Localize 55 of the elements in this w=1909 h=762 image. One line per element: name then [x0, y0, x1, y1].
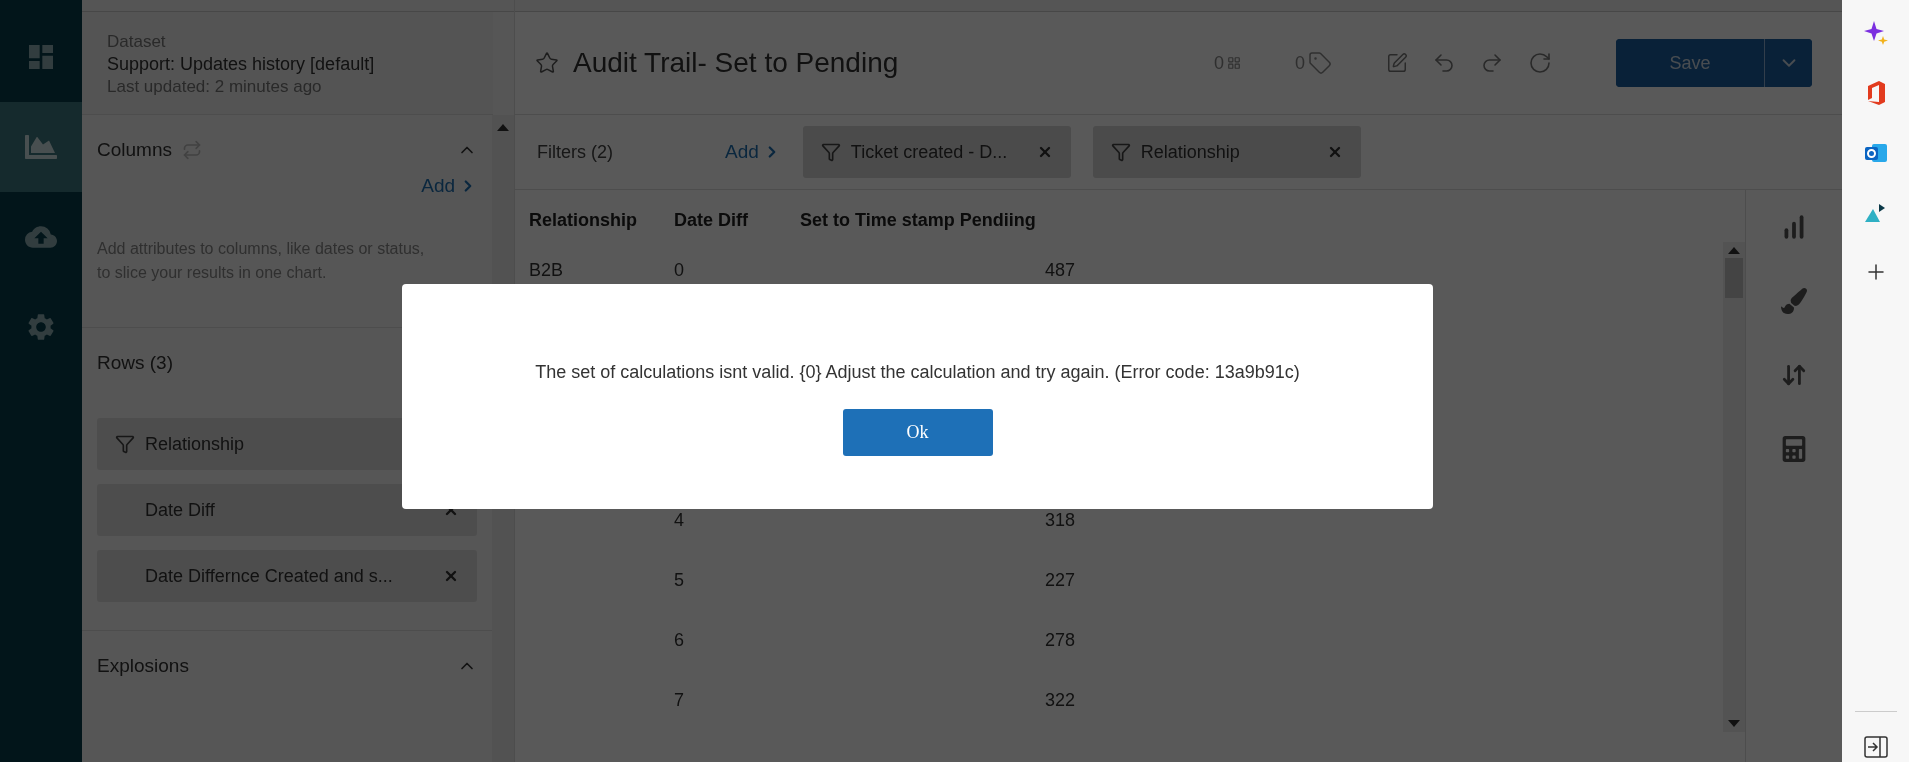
chip-label: Ticket created - D...	[850, 141, 1009, 163]
scroll-down-icon[interactable]	[1728, 720, 1740, 728]
add-link[interactable]: Add	[725, 141, 781, 163]
table-cell-text: 7	[674, 688, 685, 712]
table-cell-text: 487	[1043, 258, 1075, 282]
tool-button[interactable]	[1781, 436, 1807, 462]
error-message: The set of calculations isnt valid. {0} Adjust the calculation and try again. (Error code: 13a9b91c)	[535, 362, 1300, 383]
ok-button[interactable]: Ok	[842, 409, 993, 456]
chip-label: Date Diff	[144, 499, 216, 521]
table-cell-text: 0	[674, 258, 685, 282]
star-icon[interactable]	[535, 51, 559, 75]
filter-chip[interactable]: Relationship	[1092, 126, 1361, 178]
chip-label: Relationship	[145, 433, 246, 455]
row-chip[interactable]: Date Diff	[97, 484, 478, 536]
table-cell-text: 5	[674, 568, 685, 592]
filter-icon	[1110, 142, 1131, 162]
save-options-button[interactable]	[1764, 39, 1812, 87]
refresh-icon[interactable]	[1528, 51, 1552, 75]
section-title: Explosions	[97, 655, 189, 677]
paint-brush-icon	[1781, 288, 1807, 314]
tool-button[interactable]	[1781, 288, 1807, 314]
tool-button[interactable]	[1781, 362, 1807, 388]
chip-label: Date Differnce Created and s...	[144, 565, 394, 587]
filter-icon	[820, 142, 841, 162]
table-cell-text: 6	[674, 628, 685, 652]
table-cell-text: 4	[674, 508, 685, 532]
chip-label: Relationship	[1140, 141, 1241, 163]
filters-title: Filters (2)	[537, 141, 614, 163]
column-header: Date Diff	[674, 208, 749, 232]
undo-icon[interactable]	[1432, 51, 1456, 75]
column-header: Set to Time stamp Pendiing	[800, 208, 1037, 232]
grid-icon	[1227, 56, 1241, 70]
scroll-up-icon[interactable]	[497, 123, 509, 131]
scrollbar[interactable]	[1723, 242, 1745, 732]
table-cell-text: 322	[1043, 688, 1075, 712]
add-link[interactable]: Add	[421, 175, 478, 197]
dataset-name: Support: Updates history [default]	[107, 54, 376, 75]
section-title: Rows (3)	[97, 352, 173, 374]
nav-item[interactable]	[0, 102, 82, 192]
table-cell-text: 278	[1043, 628, 1075, 652]
table-cell-text: B2B	[529, 258, 565, 282]
sort-icon	[1781, 362, 1807, 388]
report-title: Audit Trail- Set to Pending	[573, 47, 900, 79]
calculator-icon	[1781, 436, 1807, 462]
table-cell-text: 227	[1043, 568, 1075, 592]
panel-icon[interactable]	[1863, 736, 1888, 758]
redo-icon[interactable]	[1480, 51, 1504, 75]
column-header: Relationship	[529, 208, 638, 232]
section-title: Columns	[97, 139, 172, 161]
tag-icon	[1308, 51, 1332, 75]
table-cell-text: 318	[1043, 508, 1075, 532]
filter-chip[interactable]: Ticket created - D...	[802, 126, 1071, 178]
row-chip[interactable]: Date Differnce Created and s...	[97, 550, 478, 602]
edit-icon[interactable]	[1386, 52, 1408, 74]
scroll-up-icon[interactable]	[1728, 246, 1740, 254]
